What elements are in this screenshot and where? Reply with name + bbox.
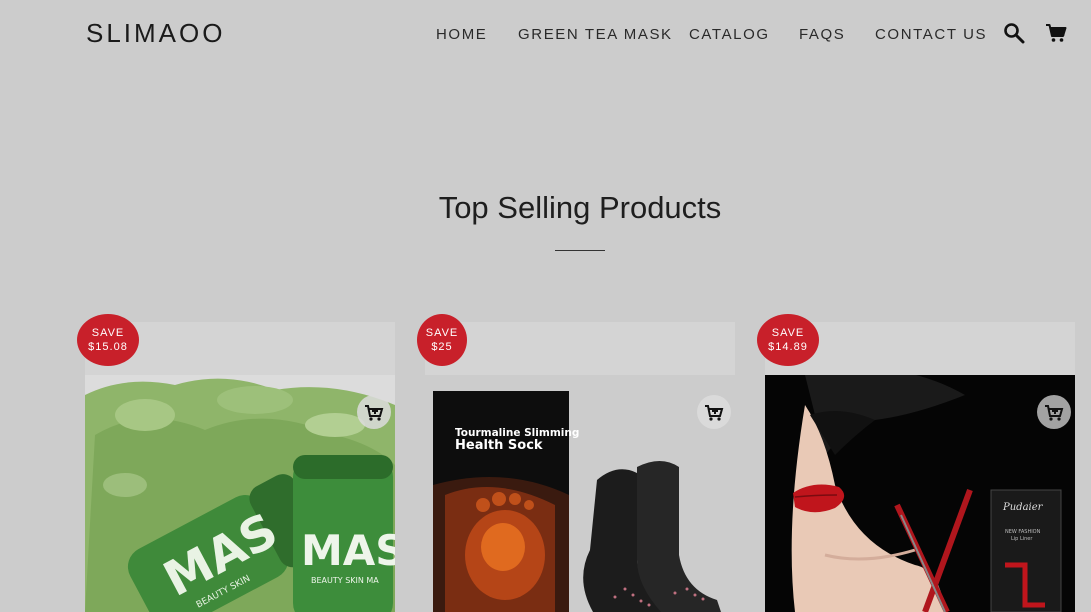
product-image[interactable]: Pudaier NEW FASHION Lip Liner bbox=[765, 375, 1075, 612]
title-divider bbox=[555, 250, 605, 251]
add-to-cart-button[interactable] bbox=[1037, 395, 1071, 429]
main-nav: HOME GREEN TEA MASK CATALOG FAQS CONTACT… bbox=[0, 26, 1091, 46]
sale-badge-amount: $15.08 bbox=[88, 341, 128, 353]
add-to-cart-button[interactable] bbox=[697, 395, 731, 429]
add-to-cart-icon bbox=[1045, 405, 1064, 421]
sale-badge-amount: $25 bbox=[431, 341, 453, 353]
sale-badge-label: SAVE bbox=[771, 327, 805, 339]
sale-badge: SAVE $25 bbox=[417, 314, 467, 366]
add-to-cart-icon bbox=[705, 405, 724, 421]
sale-badge: SAVE $15.08 bbox=[77, 314, 139, 366]
add-to-cart-icon bbox=[365, 405, 384, 421]
add-to-cart-button[interactable] bbox=[357, 395, 391, 429]
section-title: Top Selling Products bbox=[438, 190, 722, 225]
mask-sub-2: BEAUTY SKIN MA bbox=[311, 576, 379, 585]
sale-badge-label: SAVE bbox=[425, 327, 459, 339]
nav-catalog[interactable]: CATALOG bbox=[689, 26, 770, 43]
lipliner-brand: Pudaier bbox=[1002, 502, 1044, 513]
search-icon[interactable] bbox=[1003, 22, 1027, 46]
mask-label-2: MAS bbox=[301, 526, 395, 575]
sale-badge-label: SAVE bbox=[91, 327, 125, 339]
sale-badge-amount: $14.89 bbox=[768, 341, 808, 353]
nav-contact-us[interactable]: CONTACT US bbox=[875, 26, 987, 43]
product-card[interactable]: Tourmaline Slimming Health Sock bbox=[425, 322, 735, 612]
nav-faqs[interactable]: FAQS bbox=[799, 26, 845, 43]
product-image[interactable]: Tourmaline Slimming Health Sock bbox=[425, 375, 735, 612]
lipliner-sub-1: NEW FASHION bbox=[1005, 529, 1041, 535]
sale-badge: SAVE $14.89 bbox=[757, 314, 819, 366]
product-image[interactable]: MAS BEAUTY SKIN MAS BEAUTY SKIN MA bbox=[85, 375, 395, 612]
nav-green-tea-mask[interactable]: GREEN TEA MASK bbox=[518, 26, 673, 43]
nav-home[interactable]: HOME bbox=[436, 26, 487, 43]
site-header: SLIMAOO HOME GREEN TEA MASK CATALOG FAQS… bbox=[0, 0, 1091, 70]
cart-icon[interactable] bbox=[1045, 22, 1069, 46]
card-top-band bbox=[425, 322, 735, 375]
lipliner-sub-2: Lip Liner bbox=[1011, 536, 1033, 542]
sock-box-title-2: Health Sock bbox=[455, 438, 543, 453]
product-card[interactable]: Pudaier NEW FASHION Lip Liner bbox=[765, 322, 1075, 612]
product-card[interactable]: MAS BEAUTY SKIN MAS BEAUTY SKIN MA bbox=[85, 322, 395, 612]
